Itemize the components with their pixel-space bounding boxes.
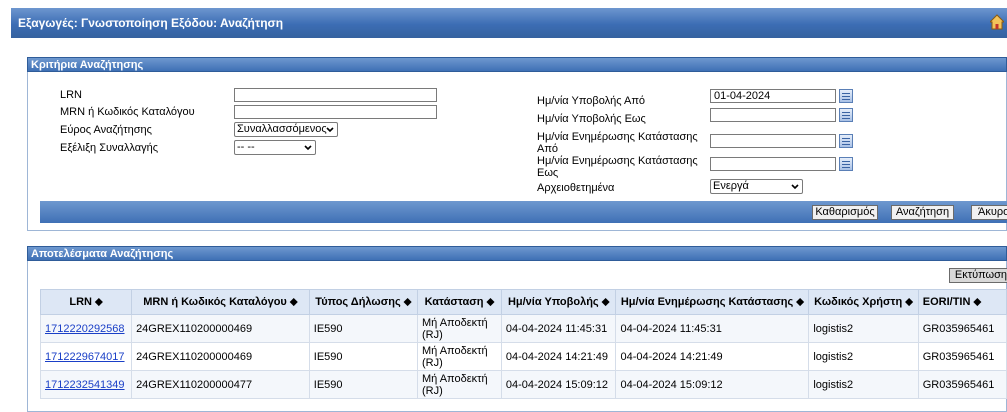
archived-label: Αρχειοθετημένα (537, 182, 615, 194)
lrn-link[interactable]: 1712229674017 (45, 351, 125, 363)
calendar-icon[interactable] (839, 134, 853, 148)
lrn-label: LRN (60, 89, 83, 101)
table-header-row: LRN ⬥ MRN ή Κωδικός Καταλόγου ⬥ Τύπος Δή… (39, 289, 1007, 315)
mrn-label: MRN ή Κωδικός Καταλόγου (60, 106, 195, 118)
submit-from-label: Ημ/νία Υποβολής Από (537, 95, 646, 107)
lrn-link[interactable]: 1712220292568 (45, 323, 125, 335)
update-from-input[interactable] (710, 134, 836, 148)
submit-to-label: Ημ/νία Υποβολής Εως (537, 113, 646, 125)
results-table: LRN ⬥ MRN ή Κωδικός Καταλόγου ⬥ Τύπος Δή… (39, 289, 1007, 399)
update-to-label: Ημ/νία Ενημέρωσης Κατάστασης Εως (537, 155, 698, 179)
submit-from-input[interactable] (710, 89, 836, 103)
cell-submit-date: 04-04-2024 11:45:31 (500, 314, 617, 343)
scope-select-value: Συναλλασσόμενος (237, 123, 327, 135)
scope-label: Εύρος Αναζήτησης (60, 124, 152, 136)
column-header-mrn[interactable]: MRN ή Κωδικός Καταλόγου ⬥ (131, 289, 310, 315)
cell-mrn: 24GREX110200000469 (131, 342, 310, 371)
calendar-icon[interactable] (839, 89, 853, 103)
home-icon[interactable] (990, 14, 1004, 30)
archived-select[interactable]: Ενεργά (710, 179, 803, 194)
cell-update-date: 04-04-2024 14:21:49 (615, 342, 810, 371)
column-header-eori[interactable]: EORI/TIN ⬥ (917, 289, 1007, 315)
cell-user: logistis2 (808, 342, 919, 371)
cell-update-date: 04-04-2024 15:09:12 (615, 370, 810, 399)
lrn-link[interactable]: 1712232541349 (45, 379, 125, 391)
column-header-update-date[interactable]: Ημ/νία Ενημέρωσης Κατάστασης ⬥ (615, 289, 810, 315)
cell-type: IE590 (308, 314, 418, 343)
cancel-button[interactable]: Άκυρο (971, 205, 1007, 220)
cell-update-date: 04-04-2024 11:45:31 (615, 314, 810, 343)
print-button[interactable]: Εκτύπωση (949, 268, 1007, 283)
update-to-input[interactable] (710, 157, 836, 171)
status-label: Εξέλιξη Συναλλαγής (60, 142, 158, 154)
table-row: 1712229674017 24GREX110200000469 IE590 Μ… (39, 342, 1007, 371)
cell-status: Μή Αποδεκτή (RJ) (416, 314, 502, 343)
column-header-status[interactable]: Κατάσταση ⬥ (416, 289, 502, 315)
cell-user: logistis2 (808, 314, 919, 343)
results-header-label: Αποτελέσματα Αναζήτησης (31, 248, 174, 260)
results-header: Αποτελέσματα Αναζήτησης (27, 246, 1007, 261)
criteria-header-label: Κριτήρια Αναζήτησης (31, 59, 144, 71)
window-title-bar: Εξαγωγές: Γνωστοποίηση Εξόδου: Αναζήτηση (11, 8, 1007, 38)
chevron-down-icon (326, 127, 334, 133)
clear-button[interactable]: Καθαρισμός (812, 205, 878, 220)
cell-type: IE590 (308, 370, 418, 399)
window-title: Εξαγωγές: Γνωστοποίηση Εξόδου: Αναζήτηση (18, 16, 284, 30)
cell-eori: GR035965461 (917, 342, 1007, 371)
cell-status: Μή Αποδεκτή (RJ) (416, 370, 502, 399)
column-header-user[interactable]: Κωδικός Χρήστη ⬥ (808, 289, 919, 315)
cell-submit-date: 04-04-2024 15:09:12 (500, 370, 617, 399)
column-header-lrn[interactable]: LRN ⬥ (39, 289, 133, 315)
cell-mrn: 24GREX110200000477 (131, 370, 310, 399)
cell-lrn: 1712232541349 (39, 370, 133, 399)
cell-user: logistis2 (808, 370, 919, 399)
submit-to-input[interactable] (710, 108, 836, 122)
cell-mrn: 24GREX110200000469 (131, 314, 310, 343)
calendar-icon[interactable] (839, 157, 853, 171)
cell-lrn: 1712229674017 (39, 342, 133, 371)
criteria-header: Κριτήρια Αναζήτησης (27, 57, 1007, 72)
cell-eori: GR035965461 (917, 370, 1007, 399)
column-header-type[interactable]: Τύπος Δήλωσης ⬥ (308, 289, 418, 315)
cell-lrn: 1712220292568 (39, 314, 133, 343)
cell-eori: GR035965461 (917, 314, 1007, 343)
calendar-icon[interactable] (839, 108, 853, 122)
chevron-down-icon (304, 145, 312, 151)
lrn-input[interactable] (234, 88, 437, 102)
chevron-down-icon (791, 184, 799, 190)
cell-status: Μή Αποδεκτή (RJ) (416, 342, 502, 371)
status-select[interactable]: -- -- (234, 140, 316, 155)
update-from-label: Ημ/νία Ενημέρωσης Κατάστασης Από (537, 131, 698, 155)
cell-submit-date: 04-04-2024 14:21:49 (500, 342, 617, 371)
scope-select[interactable]: Συναλλασσόμενος (234, 122, 338, 137)
search-button[interactable]: Αναζήτηση (891, 205, 954, 220)
column-header-submit-date[interactable]: Ημ/νία Υποβολής ⬥ (500, 289, 617, 315)
table-row: 1712232541349 24GREX110200000477 IE590 Μ… (39, 370, 1007, 399)
cell-type: IE590 (308, 342, 418, 371)
status-select-value: -- -- (237, 141, 255, 153)
mrn-input[interactable] (234, 105, 437, 119)
archived-select-value: Ενεργά (713, 180, 749, 192)
table-row: 1712220292568 24GREX110200000469 IE590 Μ… (39, 314, 1007, 343)
